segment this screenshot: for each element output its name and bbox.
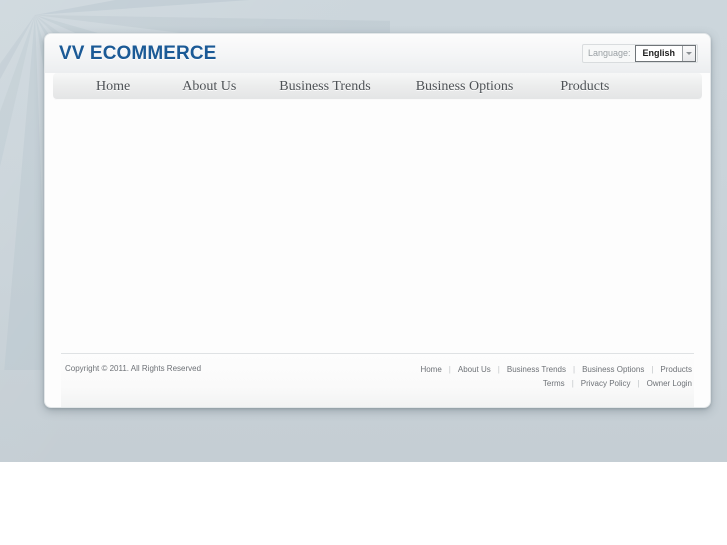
language-label: Language: — [587, 48, 631, 58]
main-content-area — [45, 100, 710, 353]
footer-links-row-primary: Home | About Us | Business Trends | Busi… — [420, 363, 692, 377]
page-root: VV ECOMMERCE Language: English Home Abou… — [0, 0, 727, 545]
copyright-text: Copyright © 2011. All Rights Reserved — [65, 364, 202, 373]
language-selected-value: English — [636, 46, 682, 61]
footer-link-terms[interactable]: Terms — [543, 378, 565, 390]
footer-link-products[interactable]: Products — [660, 364, 692, 376]
site-header: VV ECOMMERCE Language: English — [45, 34, 710, 73]
language-dropdown[interactable]: English — [635, 45, 696, 62]
language-selector[interactable]: Language: English — [581, 44, 698, 63]
site-footer: Copyright © 2011. All Rights Reserved Ho… — [61, 353, 694, 407]
footer-separator: | — [571, 379, 574, 388]
footer-separator: | — [448, 365, 451, 374]
main-card: VV ECOMMERCE Language: English Home Abou… — [44, 33, 711, 408]
chevron-down-icon[interactable] — [682, 46, 695, 61]
footer-separator: | — [497, 365, 500, 374]
footer-link-home[interactable]: Home — [420, 364, 441, 376]
footer-link-business-trends[interactable]: Business Trends — [507, 364, 566, 376]
nav-item-business-trends[interactable]: Business Trends — [279, 80, 370, 94]
nav-item-products[interactable]: Products — [560, 80, 609, 94]
footer-link-privacy-policy[interactable]: Privacy Policy — [581, 378, 631, 390]
site-logo[interactable]: VV ECOMMERCE — [59, 44, 216, 63]
footer-separator: | — [637, 379, 640, 388]
footer-links-row-secondary: Terms | Privacy Policy | Owner Login — [543, 377, 692, 391]
footer-separator: | — [573, 365, 576, 374]
footer-link-owner-login[interactable]: Owner Login — [647, 378, 692, 390]
nav-item-home[interactable]: Home — [96, 80, 130, 94]
footer-link-business-options[interactable]: Business Options — [582, 364, 644, 376]
footer-separator: | — [651, 365, 654, 374]
nav-item-business-options[interactable]: Business Options — [416, 80, 514, 94]
main-navigation: Home About Us Business Trends Business O… — [53, 73, 702, 100]
footer-link-about-us[interactable]: About Us — [458, 364, 491, 376]
nav-item-about-us[interactable]: About Us — [182, 80, 236, 94]
footer-links: Home | About Us | Business Trends | Busi… — [420, 363, 694, 391]
